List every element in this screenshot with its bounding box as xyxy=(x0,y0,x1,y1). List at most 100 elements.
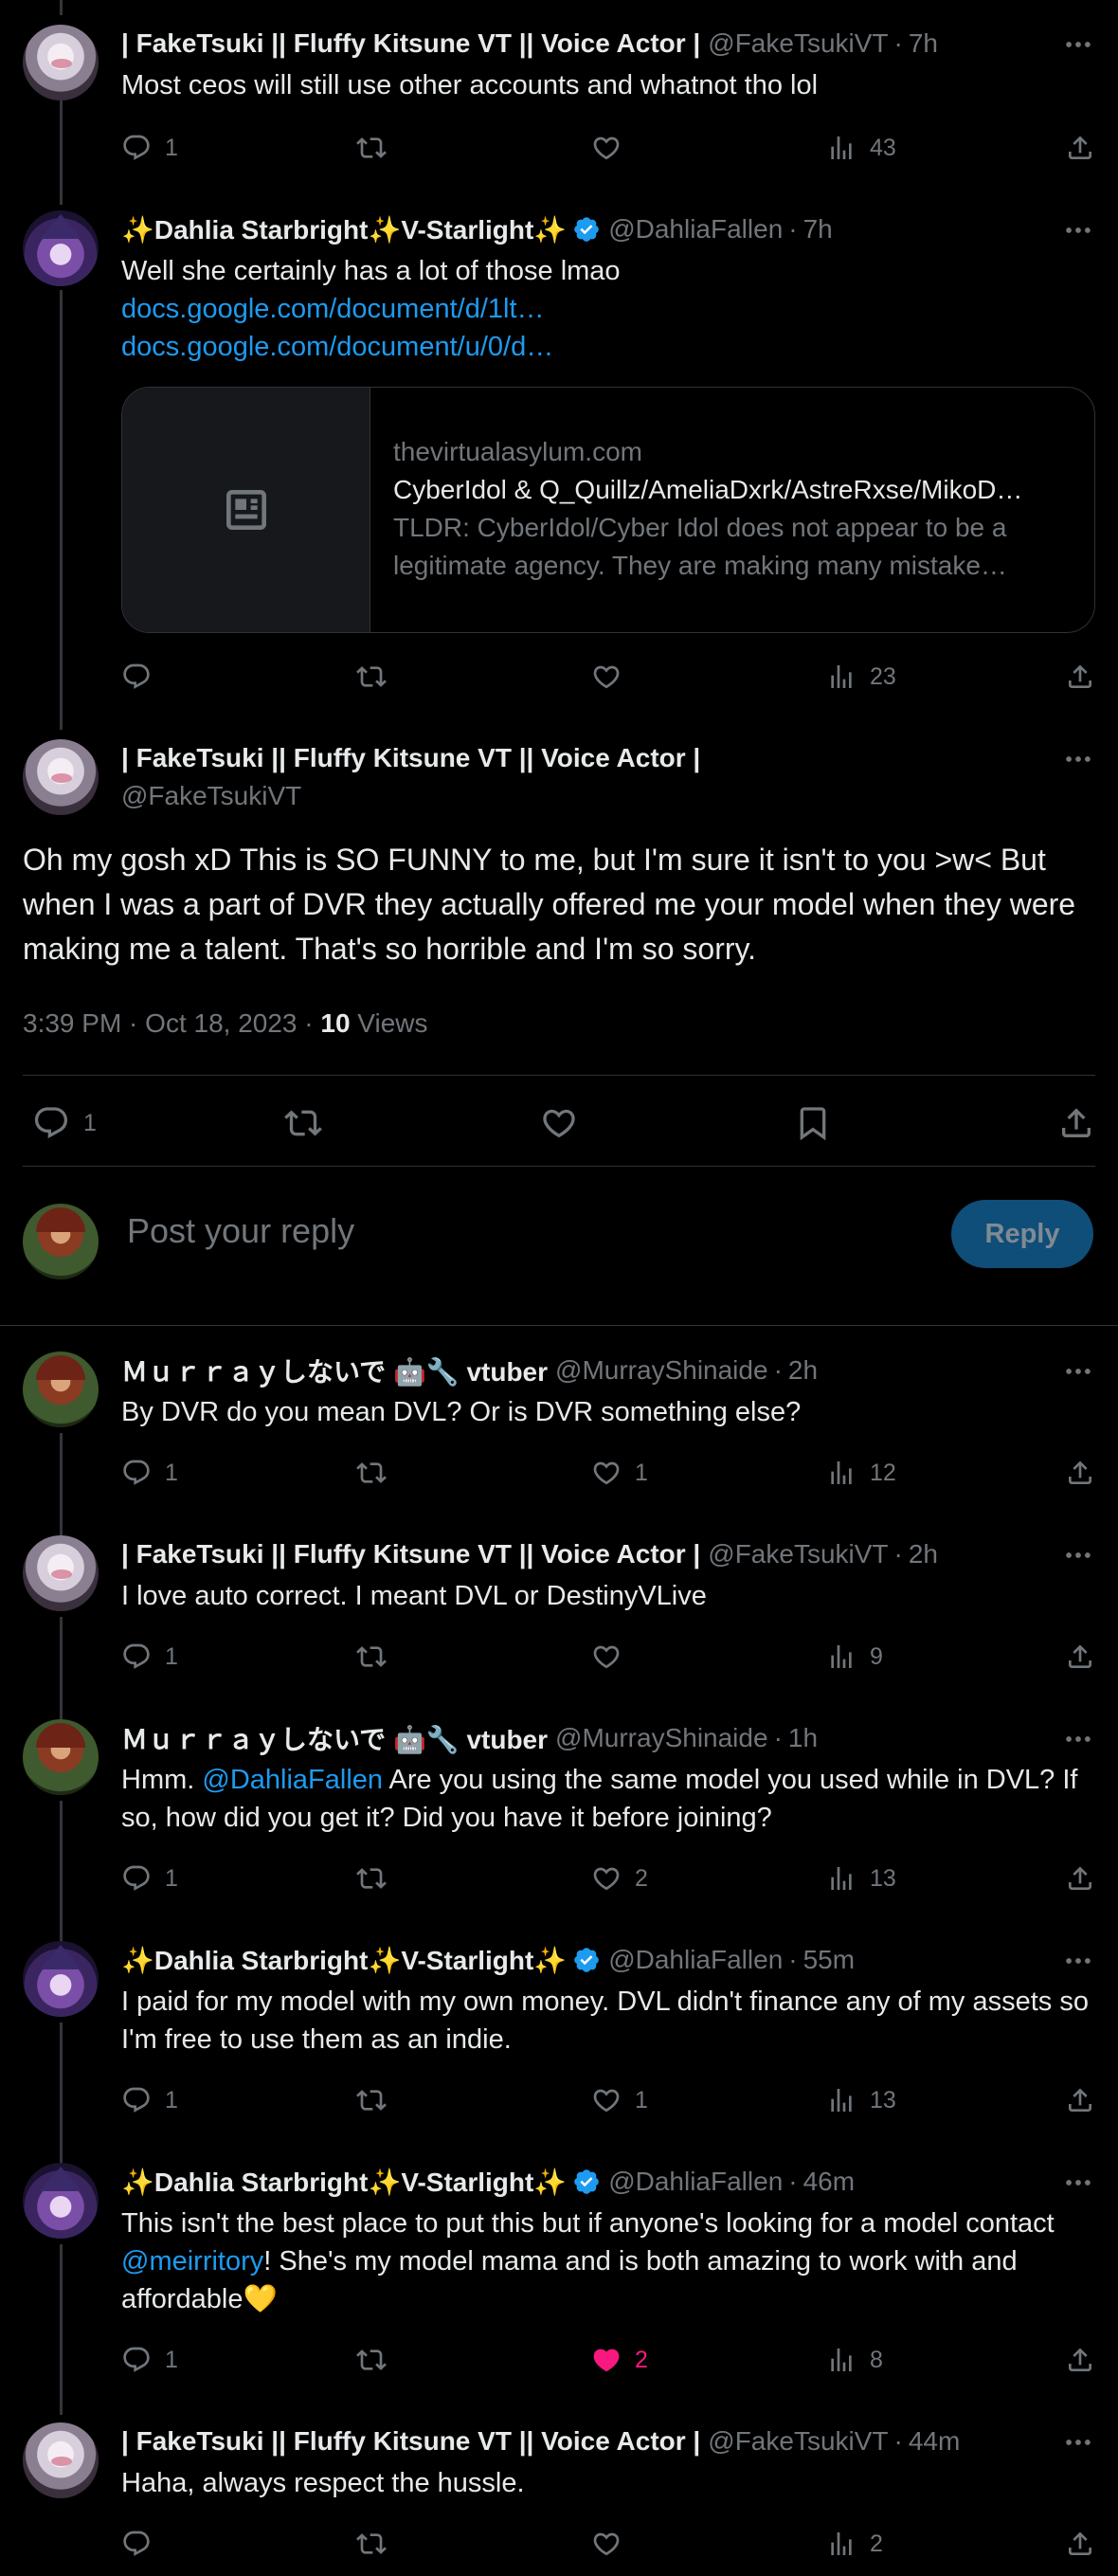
display-name[interactable]: ✨Dahlia Starbright✨V-Starlight✨ xyxy=(121,1945,567,1976)
avatar[interactable] xyxy=(23,25,99,100)
share-button[interactable] xyxy=(1065,1859,1095,1897)
reply-input[interactable]: Post your reply xyxy=(127,1211,354,1251)
bookmark-button[interactable] xyxy=(794,1101,832,1145)
reply-button[interactable]: 1 xyxy=(121,1454,178,1492)
share-button[interactable] xyxy=(1065,1638,1095,1676)
timestamp[interactable]: 44m xyxy=(909,2426,960,2457)
timestamp[interactable]: 55m xyxy=(803,1945,855,1975)
display-name[interactable]: | FakeTsuki || Fluffy Kitsune VT || Voic… xyxy=(121,28,700,59)
share-icon xyxy=(1065,2085,1095,2115)
avatar[interactable] xyxy=(23,1719,99,1795)
user-handle[interactable]: @MurrayShinaide xyxy=(555,1723,768,1753)
views-button[interactable]: 9 xyxy=(826,1638,883,1676)
avatar[interactable] xyxy=(23,2422,99,2498)
timestamp[interactable]: 2h xyxy=(788,1355,818,1386)
share-button[interactable] xyxy=(1065,129,1095,167)
display-name[interactable]: | FakeTsuki || Fluffy Kitsune VT || Voic… xyxy=(121,2426,700,2457)
share-button[interactable] xyxy=(1065,2525,1095,2563)
reply-button[interactable] xyxy=(121,658,152,696)
more-icon[interactable] xyxy=(1061,2428,1095,2457)
like-button[interactable]: 2 xyxy=(591,2341,648,2379)
thread-line xyxy=(60,0,63,15)
repost-button[interactable] xyxy=(356,2341,387,2379)
share-button[interactable] xyxy=(1065,2081,1095,2119)
timestamp[interactable]: 46m xyxy=(803,2167,855,2197)
link[interactable]: docs.google.com/document/d/1lt… xyxy=(121,290,1095,328)
avatar[interactable] xyxy=(23,1941,99,2017)
views-button[interactable]: 23 xyxy=(826,658,896,696)
share-button[interactable] xyxy=(1065,1454,1095,1492)
like-button[interactable] xyxy=(591,1638,622,1676)
avatar[interactable] xyxy=(23,210,99,286)
more-icon[interactable] xyxy=(1061,1541,1095,1569)
views-button[interactable]: 12 xyxy=(826,1454,896,1492)
repost-button[interactable] xyxy=(356,1859,387,1897)
like-button[interactable] xyxy=(591,658,622,696)
reply-button[interactable]: 1 xyxy=(121,1859,178,1897)
more-icon[interactable] xyxy=(1061,1947,1095,1975)
user-handle[interactable]: @DahliaFallen xyxy=(608,214,783,245)
timestamp[interactable]: 7h xyxy=(909,28,938,59)
user-handle[interactable]: @FakeTsukiVT xyxy=(121,781,301,811)
reply-button[interactable] xyxy=(121,2525,152,2563)
reply-button[interactable]: 1 xyxy=(32,1101,97,1145)
user-handle[interactable]: @DahliaFallen xyxy=(608,2167,783,2197)
like-button[interactable] xyxy=(591,2525,622,2563)
reply-submit-button[interactable]: Reply xyxy=(951,1200,1093,1268)
user-handle[interactable]: @FakeTsukiVT xyxy=(708,2426,888,2457)
link-card[interactable]: thevirtualasylum.com CyberIdol & Q_Quill… xyxy=(121,387,1095,633)
share-button[interactable] xyxy=(1057,1101,1095,1145)
display-name[interactable]: ✨Dahlia Starbright✨V-Starlight✨ xyxy=(121,2167,567,2198)
more-icon[interactable] xyxy=(1061,216,1095,245)
repost-button[interactable] xyxy=(356,129,387,167)
like-button[interactable]: 1 xyxy=(591,1454,648,1492)
timestamp[interactable]: 1h xyxy=(788,1723,818,1753)
reply-button[interactable]: 1 xyxy=(121,129,178,167)
more-icon[interactable] xyxy=(1061,30,1095,59)
reply-button[interactable]: 1 xyxy=(121,1638,178,1676)
display-name[interactable]: Ｍｕｒｒａｙしないで 🤖🔧 vtuber xyxy=(121,1719,548,1757)
repost-button[interactable] xyxy=(356,2525,387,2563)
user-handle[interactable]: @DahliaFallen xyxy=(608,1945,783,1975)
mention-link[interactable]: @DahliaFallen xyxy=(202,1765,383,1795)
reply-button[interactable]: 1 xyxy=(121,2081,178,2119)
repost-button[interactable] xyxy=(356,1454,387,1492)
more-icon[interactable] xyxy=(1061,1357,1095,1386)
repost-button[interactable] xyxy=(284,1101,322,1145)
like-button[interactable] xyxy=(591,129,622,167)
views-button[interactable]: 2 xyxy=(826,2525,883,2563)
like-button[interactable]: 2 xyxy=(591,1859,648,1897)
avatar[interactable] xyxy=(23,2163,99,2239)
share-button[interactable] xyxy=(1065,2341,1095,2379)
user-handle[interactable]: @FakeTsukiVT xyxy=(708,28,888,59)
like-button[interactable] xyxy=(540,1101,578,1145)
link[interactable]: docs.google.com/document/u/0/d… xyxy=(121,328,1095,366)
avatar[interactable] xyxy=(23,1535,99,1611)
reply-button[interactable]: 1 xyxy=(121,2341,178,2379)
views-button[interactable]: 13 xyxy=(826,1859,896,1897)
timestamp[interactable]: 2h xyxy=(909,1539,938,1569)
more-icon[interactable] xyxy=(1061,745,1095,773)
display-name[interactable]: | FakeTsuki || Fluffy Kitsune VT || Voic… xyxy=(121,743,700,773)
more-icon[interactable] xyxy=(1061,1725,1095,1753)
user-handle[interactable]: @MurrayShinaide xyxy=(555,1355,768,1386)
tweet-meta: 3:39 PM · Oct 18, 2023 · 10 Views xyxy=(23,1008,428,1039)
display-name[interactable]: Ｍｕｒｒａｙしないで 🤖🔧 vtuber xyxy=(121,1351,548,1389)
display-name[interactable]: | FakeTsuki || Fluffy Kitsune VT || Voic… xyxy=(121,1539,700,1569)
mention-link[interactable]: @meirritory xyxy=(121,2246,263,2277)
post-timestamp[interactable]: 3:39 PM · Oct 18, 2023 · xyxy=(23,1008,320,1038)
share-button[interactable] xyxy=(1065,658,1095,696)
repost-button[interactable] xyxy=(356,658,387,696)
avatar[interactable] xyxy=(23,1351,99,1427)
like-button[interactable]: 1 xyxy=(591,2081,648,2119)
user-handle[interactable]: @FakeTsukiVT xyxy=(708,1539,888,1569)
views-button[interactable]: 13 xyxy=(826,2081,896,2119)
timestamp[interactable]: 7h xyxy=(803,214,833,245)
views-button[interactable]: 8 xyxy=(826,2341,883,2379)
display-name[interactable]: ✨Dahlia Starbright✨V-Starlight✨ xyxy=(121,214,567,245)
views-button[interactable]: 43 xyxy=(826,129,896,167)
repost-button[interactable] xyxy=(356,2081,387,2119)
avatar[interactable] xyxy=(23,739,99,815)
more-icon[interactable] xyxy=(1061,2168,1095,2197)
repost-button[interactable] xyxy=(356,1638,387,1676)
